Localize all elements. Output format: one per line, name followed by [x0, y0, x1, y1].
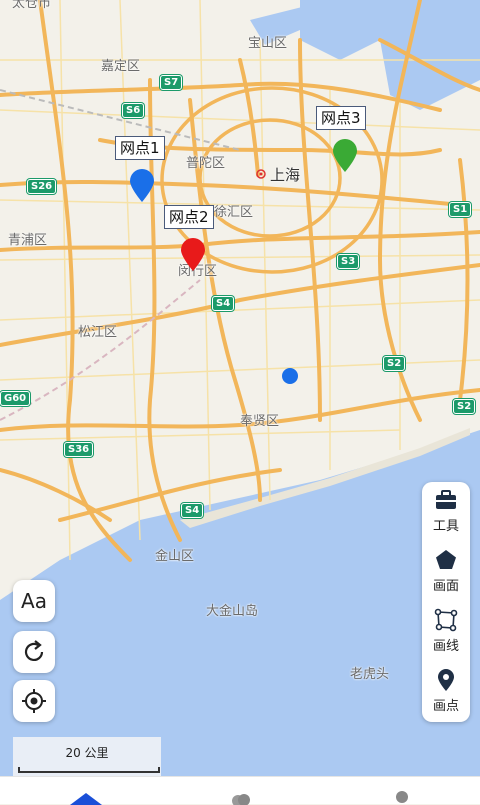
locate-button[interactable] — [13, 680, 55, 722]
highway-shield: S3 — [337, 254, 360, 269]
map-view[interactable]: 宝山区 嘉定区 普陀区 上海 徐汇区 青浦区 闵行区 松江区 奉贤区 金山区 大… — [0, 0, 480, 776]
highway-shield: S2 — [383, 356, 406, 371]
highway-shield: G60 — [0, 391, 31, 406]
map-pin-icon[interactable] — [180, 238, 206, 272]
highway-shield: S1 — [449, 202, 472, 217]
crosshair-icon — [22, 689, 46, 713]
highway-shield: S2 — [453, 399, 476, 414]
place-label-jiading: 嘉定区 — [101, 59, 141, 74]
marker-label-3[interactable]: 网点3 — [316, 106, 366, 130]
place-label-laohutou: 老虎头 — [350, 667, 390, 682]
tool-draw-point-label: 画点 — [432, 699, 459, 714]
refresh-button[interactable] — [13, 631, 55, 673]
map-pin-icon[interactable] — [332, 139, 358, 173]
map-base — [0, 0, 480, 776]
polyline-icon — [434, 608, 458, 632]
scale-label: 20 公里 — [65, 746, 109, 760]
highway-shield: S6 — [122, 103, 145, 118]
tool-toolbox-button[interactable]: 工具 — [422, 488, 470, 546]
highway-shield: S4 — [212, 296, 235, 311]
place-label-xuhui: 徐汇区 — [214, 205, 254, 220]
tool-draw-point-button[interactable]: 画点 — [422, 668, 470, 726]
marker-label-1[interactable]: 网点1 — [115, 136, 165, 160]
point-icon — [438, 669, 454, 691]
place-label-shanghai: 上海 — [270, 166, 301, 184]
scale-line — [18, 767, 160, 773]
pin-shape — [181, 238, 205, 271]
place-label-jinshan: 金山区 — [155, 549, 195, 564]
font-size-button[interactable]: Aa — [13, 580, 55, 622]
place-label-taicang: 太仓市 — [12, 0, 52, 11]
place-label-dajinshan: 大金山岛 — [206, 604, 259, 619]
tool-toolbox-label: 工具 — [432, 519, 459, 534]
current-location-icon — [282, 368, 298, 384]
pin-shape — [130, 169, 154, 202]
place-label-putuo: 普陀区 — [186, 156, 226, 171]
bottom-tab-bar — [0, 776, 480, 805]
marker-label-2[interactable]: 网点2 — [164, 205, 214, 229]
toolbox-icon — [436, 490, 456, 509]
highway-shield: S4 — [181, 503, 204, 518]
tool-draw-line-button[interactable]: 画线 — [422, 608, 470, 666]
place-label-qingpu: 青浦区 — [8, 233, 48, 248]
tab-profile-icon[interactable] — [394, 789, 410, 803]
drawing-toolbar: 工具 画面 画线 画点 — [422, 482, 470, 722]
highway-shield: S36 — [64, 442, 94, 457]
scale-bar: 20 公里 — [13, 737, 161, 776]
map-pin-icon[interactable] — [129, 169, 155, 203]
highway-shield: S26 — [27, 179, 57, 194]
tool-draw-area-button[interactable]: 画面 — [422, 548, 470, 606]
place-label-songjiang: 松江区 — [78, 325, 118, 340]
highway-shield: S7 — [160, 75, 183, 90]
place-label-baoshan: 宝山区 — [248, 36, 288, 51]
pentagon-icon — [436, 550, 456, 569]
refresh-icon — [24, 640, 44, 661]
tool-draw-area-label: 画面 — [432, 579, 459, 594]
place-label-fengxian: 奉贤区 — [240, 414, 280, 429]
tool-draw-line-label: 画线 — [432, 639, 459, 654]
font-size-label: Aa — [21, 589, 47, 613]
pin-shape — [333, 139, 357, 172]
